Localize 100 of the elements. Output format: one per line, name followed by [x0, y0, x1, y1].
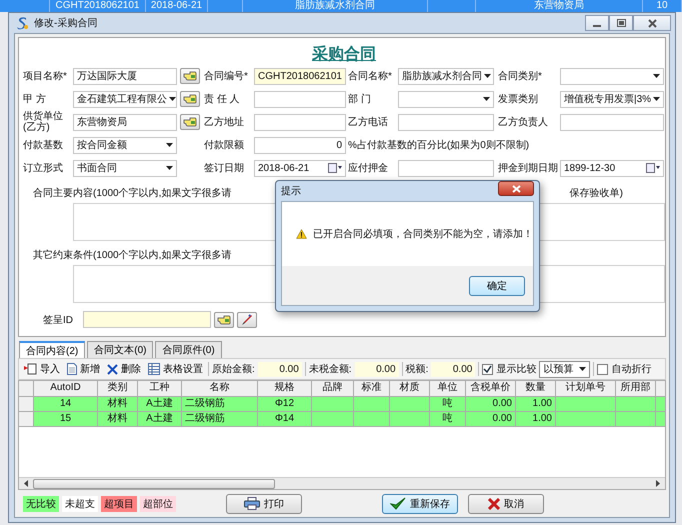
caret-icon: [653, 74, 660, 78]
minimize-button[interactable]: [585, 15, 609, 31]
text-field[interactable]: CGHT2018062101: [254, 68, 346, 84]
window-title: 修改-采购合同: [34, 16, 98, 30]
caret-icon: [169, 97, 176, 101]
text-field[interactable]: [254, 90, 346, 108]
column-header[interactable]: 计划单号: [556, 381, 616, 396]
import-icon: [24, 363, 37, 375]
left-arrow-icon: [23, 480, 29, 487]
checkbox-label: 显示比较: [496, 362, 536, 376]
check-icon: [390, 496, 406, 510]
amount-field[interactable]: 0.00: [258, 362, 302, 376]
table-cell: 2018-06-21: [150, 0, 202, 11]
checkbox[interactable]: [482, 364, 494, 374]
section-label: 保存验收单): [570, 186, 623, 200]
amount-label: 税额:: [406, 362, 428, 376]
toolbar-button[interactable]: 导入: [22, 362, 62, 376]
dropdown[interactable]: 金石建筑工程有限公: [73, 90, 177, 108]
field-label: 订立形式: [23, 162, 64, 174]
column-header[interactable]: 类别: [98, 381, 138, 396]
date-field[interactable]: 1899-12-30: [560, 160, 664, 176]
table-cell: 吨: [442, 398, 452, 409]
column-header[interactable]: 所用部: [616, 381, 656, 396]
lookup-button[interactable]: [180, 91, 200, 107]
field-label: 合同名称*: [348, 70, 393, 82]
legend-item: 无比较: [23, 496, 59, 512]
dropdown[interactable]: 脂肪族减水剂合同: [398, 68, 494, 84]
text-field[interactable]: [560, 114, 664, 130]
checkbox[interactable]: [597, 364, 608, 374]
tab[interactable]: 合同原件(0): [155, 341, 222, 358]
edit-button[interactable]: [237, 312, 257, 328]
lookup-button[interactable]: [180, 114, 200, 130]
ok-button[interactable]: 确定: [469, 276, 525, 296]
lookup-button[interactable]: [180, 68, 200, 84]
table-cell: Φ12: [274, 398, 294, 409]
dropdown[interactable]: 按合同金额: [73, 136, 177, 154]
dialog-title: 提示: [281, 185, 301, 198]
close-icon: [648, 18, 656, 28]
close-button[interactable]: [633, 15, 671, 31]
cancel-button[interactable]: 取消: [468, 494, 544, 514]
amount-label: 原始金额:: [212, 362, 255, 376]
dropdown[interactable]: 以预算: [539, 360, 590, 378]
calendar-icon: [646, 163, 660, 173]
text-field[interactable]: [398, 114, 494, 130]
table-cell: A土建: [146, 398, 173, 409]
table-cell: 材料: [108, 413, 128, 424]
caret-icon: [579, 367, 586, 371]
dropdown[interactable]: 书面合同: [73, 160, 177, 176]
lookup-button[interactable]: [214, 312, 234, 328]
field-label: 应付押金: [348, 162, 389, 174]
close-button[interactable]: [498, 181, 534, 196]
column-header[interactable]: 单位: [430, 381, 466, 396]
toolbar-button[interactable]: 表格设置: [146, 362, 205, 376]
amount-field[interactable]: 0.00: [354, 362, 399, 376]
hand-icon: [183, 71, 197, 81]
text-field[interactable]: 万达国际大厦: [73, 68, 177, 84]
field-label: 责 任 人: [204, 94, 241, 104]
text-field[interactable]: 东营物资局: [73, 114, 177, 130]
date-field[interactable]: 2018-06-21: [254, 160, 346, 176]
printer-icon: [244, 497, 260, 510]
column-header[interactable]: 材质: [390, 381, 430, 396]
column-header[interactable]: 含税单价: [466, 381, 516, 396]
text-field[interactable]: [83, 311, 211, 328]
tab[interactable]: 合同文本(0): [87, 341, 154, 358]
column-header[interactable]: 名称: [182, 381, 258, 396]
dropdown[interactable]: 增值税专用发票|3%: [560, 90, 664, 108]
checkbox-label: 自动折行: [611, 363, 652, 376]
field-label: 供货单位(乙方): [23, 111, 64, 133]
section-label: 合同主要内容(1000个字以内,如果文字很多请: [33, 186, 232, 200]
text-field[interactable]: 0: [254, 136, 346, 154]
column-header[interactable]: 品牌: [312, 381, 354, 396]
toolbar-button[interactable]: 删除: [105, 362, 143, 376]
column-header[interactable]: AutoID: [34, 381, 98, 396]
caret-icon: [483, 97, 490, 101]
amount-field[interactable]: 0.00: [431, 362, 476, 376]
text-field[interactable]: [254, 114, 346, 130]
table-cell: 吨: [442, 413, 452, 424]
tab[interactable]: 合同内容(2): [19, 341, 86, 358]
print-button[interactable]: 打印: [226, 494, 302, 514]
table-row[interactable]: 15 材料 A土建 二级钢筋 Φ14 吨 0.00 1.00: [19, 412, 665, 427]
column-header[interactable]: 工种: [138, 381, 182, 396]
maximize-button[interactable]: [609, 15, 633, 31]
toolbar-button[interactable]: 新增: [65, 362, 102, 376]
text-field[interactable]: [398, 160, 494, 176]
close-icon: [512, 184, 520, 192]
legend-item: 超部位: [140, 496, 176, 512]
field-label: 项目名称*: [23, 70, 68, 82]
field-label: 押金到期日期: [498, 162, 559, 174]
horizontal-scrollbar[interactable]: [19, 477, 665, 489]
column-header[interactable]: 规格: [258, 381, 312, 396]
field-label: 付款基数: [23, 140, 64, 150]
form-title: 采购合同: [312, 46, 376, 63]
column-header[interactable]: 标准: [354, 381, 390, 396]
table-row[interactable]: 14 材料 A土建 二级钢筋 Φ12 吨 0.00 1.00: [19, 397, 665, 412]
save-button[interactable]: 重新保存: [382, 494, 458, 514]
hand-icon: [183, 94, 197, 104]
field-label: 乙方地址: [204, 116, 245, 128]
field-label: 乙方负责人: [498, 116, 549, 128]
column-header[interactable]: 数量: [516, 381, 556, 396]
table-cell: 0.00: [492, 413, 512, 424]
